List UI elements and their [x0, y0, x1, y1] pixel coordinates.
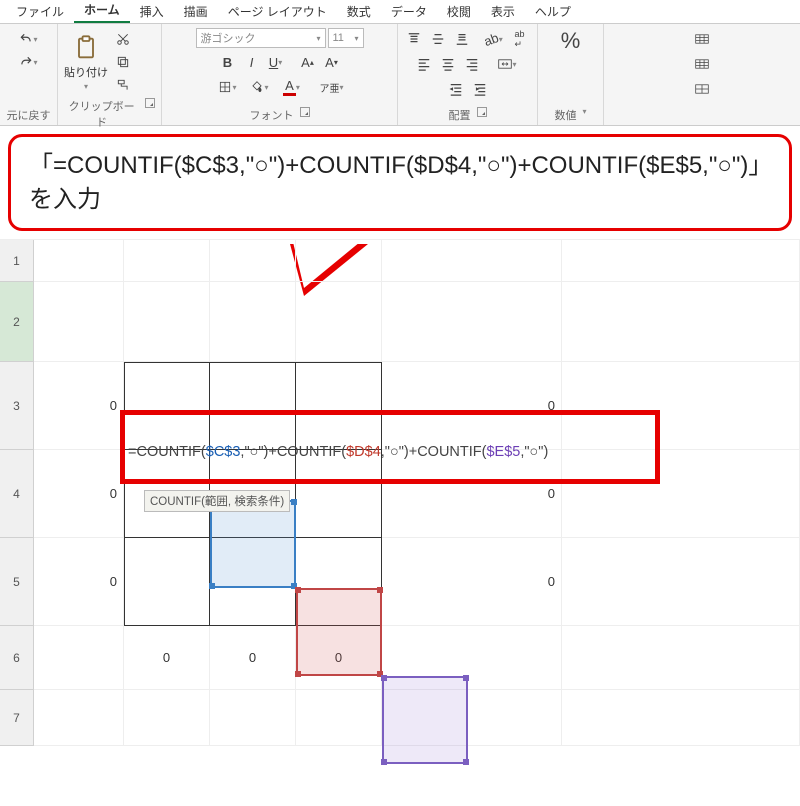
- ribbon-tabs: ファイル ホーム 挿入 描画 ページ レイアウト 数式 データ 校閲 表示 ヘル…: [0, 0, 800, 24]
- cell-e4[interactable]: [296, 450, 382, 538]
- italic-button[interactable]: I: [241, 51, 263, 73]
- align-middle-button[interactable]: [427, 28, 449, 50]
- cell-f5[interactable]: 0: [382, 538, 562, 626]
- merge-cells-button[interactable]: ▾: [493, 53, 523, 75]
- row-header-1[interactable]: 1: [0, 240, 34, 282]
- font-name-value: 游ゴシック: [201, 30, 256, 46]
- cell-b3[interactable]: 0: [34, 362, 124, 450]
- phonetic-button[interactable]: ア亜▾: [317, 76, 347, 98]
- cell-b4[interactable]: 0: [34, 450, 124, 538]
- font-color-button[interactable]: A▾: [277, 76, 307, 98]
- font-name-select[interactable]: 游ゴシック▾: [196, 28, 326, 48]
- cell-formula-text: =COUNTIF($C$3,"○")+COUNTIF($D$4,"○")+COU…: [128, 444, 548, 460]
- increase-indent-button[interactable]: [469, 78, 491, 100]
- row-header-4[interactable]: 4: [0, 450, 34, 538]
- paste-label: 貼り付け: [64, 64, 108, 80]
- font-size-select[interactable]: 11▾: [328, 28, 364, 48]
- align-top-button[interactable]: [403, 28, 425, 50]
- font-group-label: フォント: [250, 107, 294, 123]
- cell-e6[interactable]: 0: [296, 626, 382, 690]
- cell-b5[interactable]: 0: [34, 538, 124, 626]
- format-painter-button[interactable]: [112, 74, 134, 96]
- cell-c3[interactable]: [124, 362, 210, 450]
- align-dialog-launcher[interactable]: [477, 107, 487, 117]
- align-right-button[interactable]: [461, 53, 483, 75]
- undo-group-label: 元に戻す: [7, 107, 51, 123]
- align-center-button[interactable]: [437, 53, 459, 75]
- instruction-callout-wrap: 「=COUNTIF($C$3,"○")+COUNTIF($D$4,"○")+CO…: [0, 126, 800, 240]
- percent-style-icon[interactable]: %: [561, 28, 581, 54]
- tab-insert[interactable]: 挿入: [130, 0, 174, 23]
- cell-b2[interactable]: [34, 282, 124, 362]
- worksheet[interactable]: =COUNTIF($C$3,"○")+COUNTIF($D$4,"○")+COU…: [0, 240, 800, 788]
- instruction-text: 「=COUNTIF($C$3,"○")+COUNTIF($D$4,"○")+CO…: [29, 152, 760, 213]
- cell-f3[interactable]: 0: [382, 362, 562, 450]
- tab-home[interactable]: ホーム: [74, 0, 130, 23]
- decrease-font-button[interactable]: A▾: [321, 51, 343, 73]
- cell-d5[interactable]: [210, 538, 296, 626]
- instruction-callout: 「=COUNTIF($C$3,"○")+COUNTIF($D$4,"○")+CO…: [8, 134, 792, 231]
- borders-button[interactable]: ▾: [213, 76, 243, 98]
- orientation-button[interactable]: ab▾: [483, 28, 505, 50]
- undo-button[interactable]: ▾: [18, 28, 40, 50]
- underline-button[interactable]: U▾: [265, 51, 287, 73]
- redo-button[interactable]: ▾: [18, 51, 40, 73]
- row-header-6[interactable]: 6: [0, 626, 34, 690]
- cell-c6[interactable]: 0: [124, 626, 210, 690]
- clipboard-dialog-launcher[interactable]: [145, 98, 155, 108]
- tab-draw[interactable]: 描画: [174, 0, 218, 23]
- align-group-label: 配置: [449, 107, 471, 123]
- tab-help[interactable]: ヘルプ: [525, 0, 581, 23]
- decrease-indent-button[interactable]: [445, 78, 467, 100]
- row-header-7[interactable]: 7: [0, 690, 34, 746]
- tab-formulas[interactable]: 数式: [337, 0, 381, 23]
- cell-f4[interactable]: 0: [382, 450, 562, 538]
- bold-button[interactable]: B: [217, 51, 239, 73]
- wrap-text-button[interactable]: ab↵: [507, 28, 533, 50]
- tab-view[interactable]: 表示: [481, 0, 525, 23]
- increase-font-button[interactable]: A▴: [297, 51, 319, 73]
- cut-button[interactable]: [112, 28, 134, 50]
- align-left-button[interactable]: [413, 53, 435, 75]
- row-header-2[interactable]: 2: [0, 282, 34, 362]
- fill-color-button[interactable]: ▾: [245, 76, 275, 98]
- cell-e5[interactable]: [296, 538, 382, 626]
- cell-c5[interactable]: [124, 538, 210, 626]
- row-header-5[interactable]: 5: [0, 538, 34, 626]
- format-table-icon[interactable]: [687, 53, 717, 75]
- font-size-value: 11: [333, 32, 344, 44]
- paste-button[interactable]: 貼り付け ▾: [64, 34, 108, 91]
- tab-data[interactable]: データ: [381, 0, 437, 23]
- function-tooltip: COUNTIF(範囲, 検索条件): [144, 490, 290, 512]
- cell-d6[interactable]: 0: [210, 626, 296, 690]
- ribbon: ▾ ▾ 元に戻す 貼り付け ▾ クリップボード 游ゴシッ: [0, 24, 800, 126]
- cell-d3[interactable]: [210, 362, 296, 450]
- tab-review[interactable]: 校閲: [437, 0, 481, 23]
- copy-button[interactable]: [112, 51, 134, 73]
- tab-file[interactable]: ファイル: [6, 0, 74, 23]
- cell-styles-icon[interactable]: [687, 78, 717, 100]
- align-bottom-button[interactable]: [451, 28, 473, 50]
- cell-e3[interactable]: [296, 362, 382, 450]
- number-group-label: 数値: [554, 107, 576, 123]
- conditional-formatting-icon[interactable]: [687, 28, 717, 50]
- font-dialog-launcher[interactable]: [300, 107, 310, 117]
- row-header-3[interactable]: 3: [0, 362, 34, 450]
- tab-page-layout[interactable]: ページ レイアウト: [218, 0, 337, 23]
